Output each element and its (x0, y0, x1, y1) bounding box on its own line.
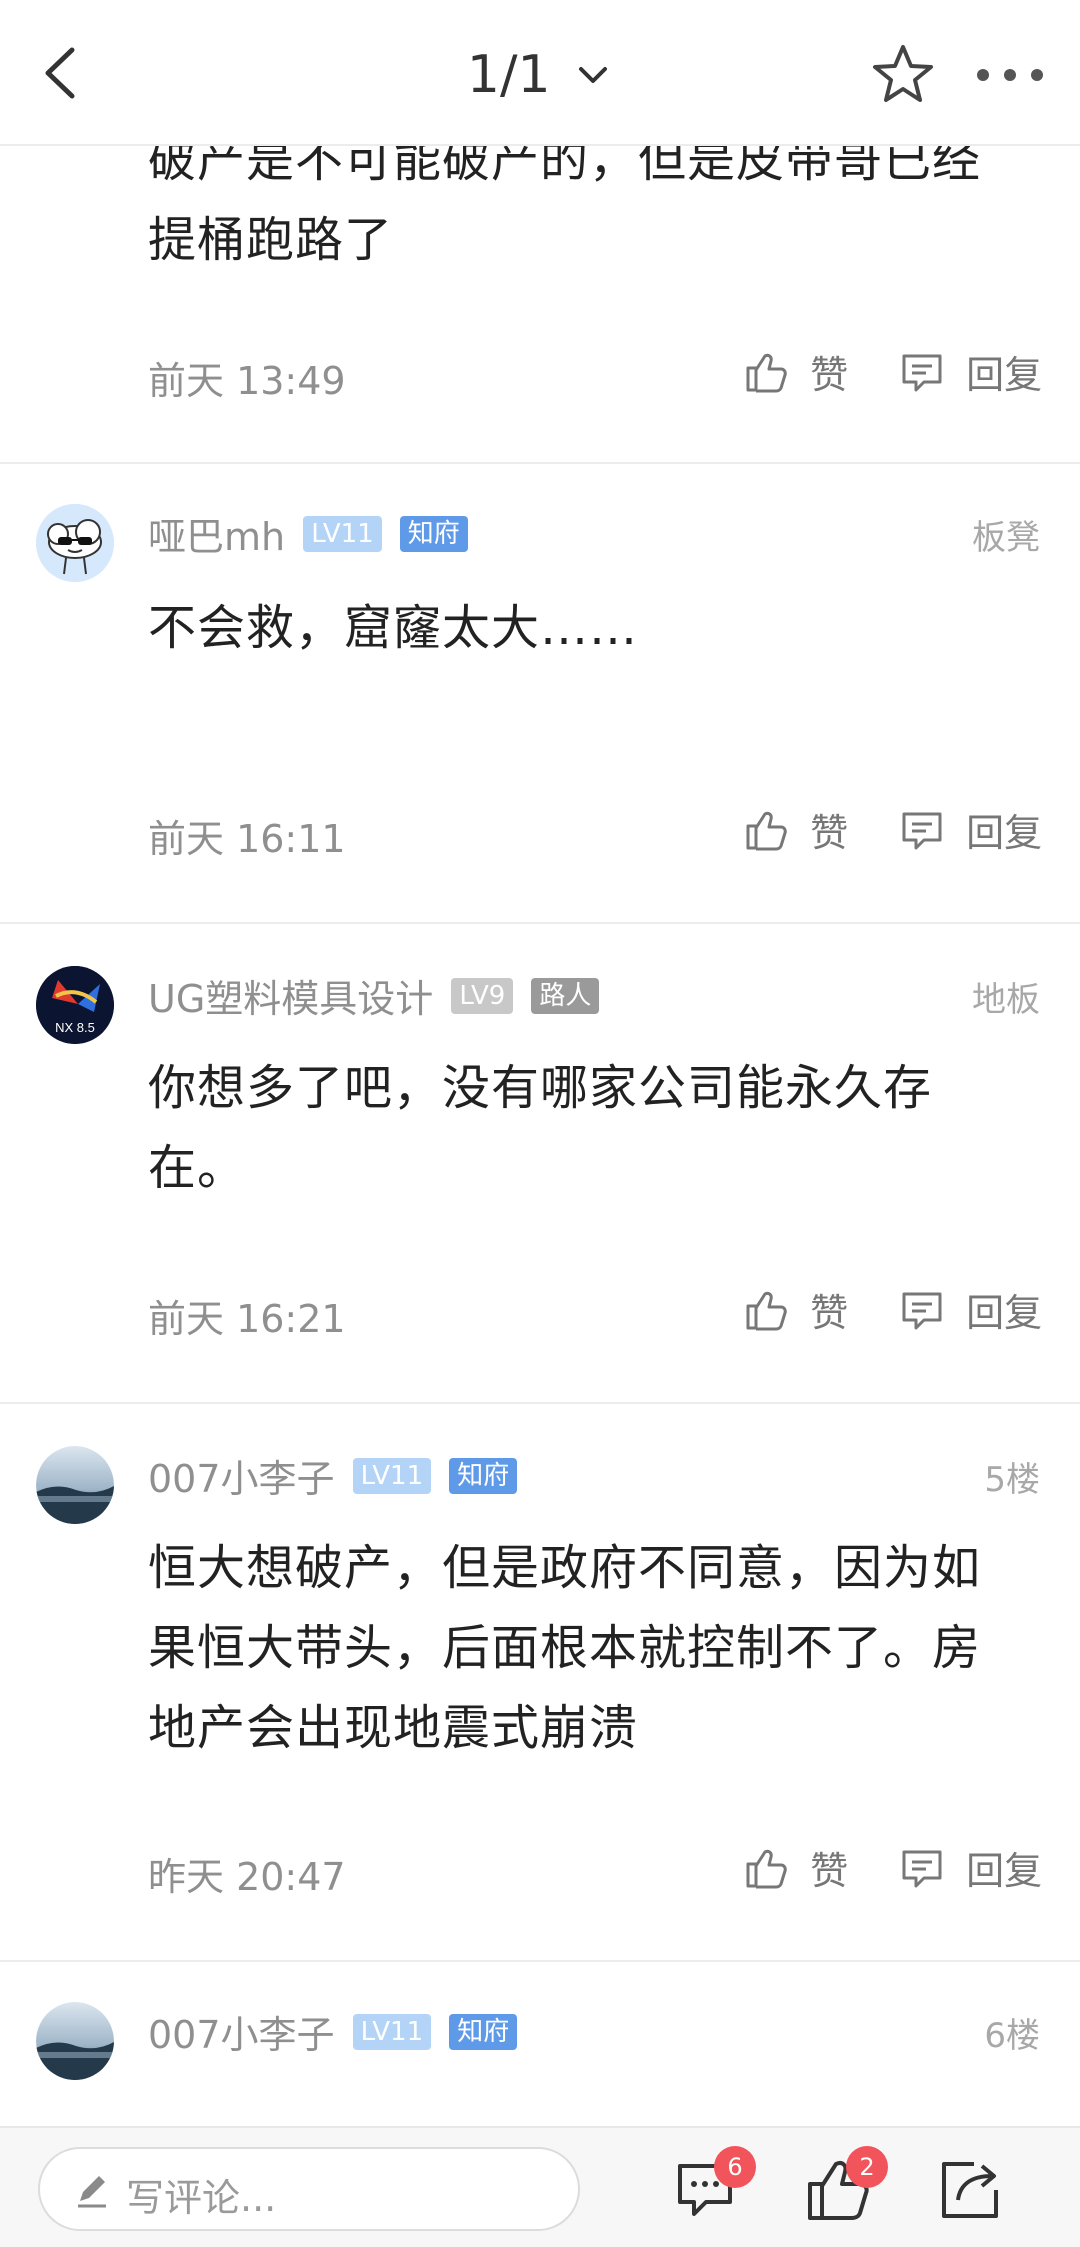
reply-label: 回复 (966, 811, 1043, 855)
like-count-badge: 2 (846, 2146, 888, 2188)
comment-list: 破产是不可能破产的，但是皮带哥已经提桶跑路了 前天 13:49 赞 回复 哑巴m… (0, 146, 1080, 2126)
comment-time: 前天 13:49 (148, 359, 346, 403)
favorite-button[interactable] (868, 40, 938, 110)
username[interactable]: 007小李子 LV11 知府 (148, 2004, 518, 2059)
username[interactable]: 007小李子 LV11 知府 (148, 1448, 518, 1503)
reply-button[interactable]: 回复 (898, 802, 1042, 858)
more-icon (977, 69, 1043, 81)
avatar[interactable] (36, 504, 114, 582)
comment-count-badge: 6 (714, 2146, 756, 2188)
share-icon (942, 2162, 998, 2218)
like-button[interactable]: 赞 (742, 344, 848, 400)
comment-placeholder: 写评论... (126, 2176, 277, 2220)
comment-item: 007小李子 LV11 知府 6楼 (0, 1962, 1080, 2126)
more-button[interactable] (970, 40, 1050, 110)
username[interactable]: 哑巴mh LV11 知府 (148, 506, 468, 561)
like-button[interactable]: 赞 (742, 802, 848, 858)
avatar[interactable]: NX 8.5 (36, 966, 114, 1044)
comment-text: 恒大想破产，但是政府不同意，因为如果恒大带头，后面根本就控制不了。房地产会出现地… (148, 1540, 982, 1756)
title-badge: 知府 (449, 1457, 518, 1494)
reply-icon (902, 812, 942, 849)
pencil-icon (78, 2176, 106, 2208)
top-bar: 1/1 (0, 0, 1080, 146)
avatar[interactable] (36, 1446, 114, 1524)
comment-item: 007小李子 LV11 知府 5楼 恒大想破产，但是政府不同意，因为如果恒大带头… (0, 1404, 1080, 1962)
avatar-label: NX 8.5 (55, 1020, 95, 1035)
comment-item: NX 8.5 UG塑料模具设计 LV9 路人 地板 你想多了吧，没有哪家公司能永… (0, 924, 1080, 1404)
share-button[interactable] (930, 2152, 1006, 2228)
level-badge: LV11 (303, 515, 382, 552)
thumbs-up-icon (746, 353, 787, 392)
level-badge: LV11 (352, 2013, 432, 2050)
thumbs-up-icon (746, 1849, 787, 1888)
comment-time: 前天 16:21 (148, 1297, 346, 1341)
bottom-bar: 写评论... (0, 2126, 1080, 2247)
reply-button[interactable]: 回复 (898, 344, 1042, 400)
comment-item: 哑巴mh LV11 知府 板凳 不会救，窟窿太大…… 前天 16:11 赞 回复 (0, 464, 1080, 924)
like-button[interactable]: 赞 (742, 1840, 848, 1896)
comment-text: 你想多了吧，没有哪家公司能永久存在。 (148, 1060, 933, 1196)
title-badge: 路人 (531, 977, 600, 1014)
comment-item: 破产是不可能破产的，但是皮带哥已经提桶跑路了 前天 13:49 赞 回复 (0, 146, 1080, 464)
avatar[interactable] (36, 2002, 114, 2080)
floor-label: 地板 (972, 980, 1040, 1020)
reply-label: 回复 (966, 1291, 1043, 1335)
comment-time: 前天 16:11 (148, 817, 346, 861)
thumbs-up-icon (746, 811, 787, 850)
reply-button[interactable]: 回复 (898, 1840, 1042, 1896)
like-button[interactable]: 赞 (742, 1282, 848, 1338)
reply-icon (902, 1292, 942, 1329)
floor-label: 5楼 (984, 1460, 1040, 1500)
comment-time: 昨天 20:47 (148, 1855, 346, 1899)
like-label: 赞 (810, 811, 849, 855)
star-icon (873, 45, 933, 102)
comment-input[interactable]: 写评论... (38, 2147, 580, 2231)
comment-text: 不会救，窟窿太大…… (148, 600, 639, 656)
level-badge: LV11 (352, 1457, 432, 1494)
level-badge: LV9 (451, 977, 514, 1014)
like-label: 赞 (810, 1849, 849, 1893)
like-label: 赞 (810, 1291, 849, 1335)
chevron-down-icon (579, 67, 608, 83)
floor-label: 板凳 (972, 518, 1040, 558)
username[interactable]: UG塑料模具设计 LV9 路人 (148, 968, 600, 1023)
title-badge: 知府 (449, 2013, 518, 2050)
reply-label: 回复 (966, 1849, 1043, 1893)
reply-button[interactable]: 回复 (898, 1282, 1042, 1338)
title-badge: 知府 (399, 515, 468, 552)
comment-text: 破产是不可能破产的，但是皮带哥已经提桶跑路了 (148, 146, 982, 268)
reply-icon (902, 354, 942, 391)
reply-label: 回复 (966, 353, 1043, 397)
thumbs-up-icon (746, 1291, 787, 1330)
reply-icon (902, 1850, 942, 1887)
floor-label: 6楼 (984, 2016, 1040, 2056)
page-indicator-label: 1/1 (466, 45, 551, 105)
like-label: 赞 (810, 353, 849, 397)
